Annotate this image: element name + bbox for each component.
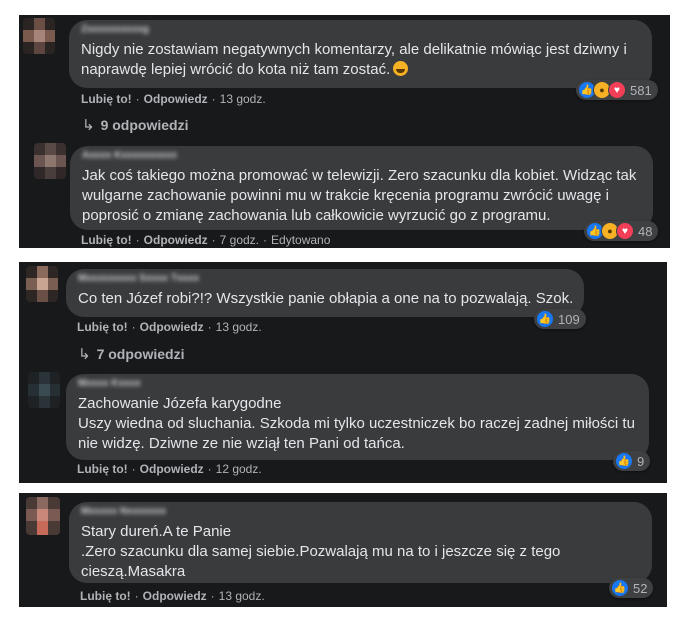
author-name[interactable]: Mxxxxx Nxxxxxxx (81, 507, 640, 517)
reply-link[interactable]: Odpowiedz (144, 233, 208, 247)
reactions-summary[interactable]: 👍 ● ♥ 581 (576, 80, 658, 100)
reply-arrow-icon: ↳ (78, 346, 91, 363)
love-reaction-icon: ♥ (608, 81, 626, 99)
comment-actions: Lubię to! · Odpowiedz · 13 godz. (77, 320, 262, 334)
reply-arrow-icon: ↳ (82, 117, 95, 134)
reactions-summary[interactable]: 👍 52 (609, 578, 654, 598)
comment-text-line: Co ten Józef robi?!? Wszystkie panie obł… (78, 290, 574, 307)
comment-text-line: Zachowanie Józefa karygodne (78, 395, 282, 412)
comment-time[interactable]: 13 godz. (219, 589, 265, 603)
comment-time[interactable]: 12 godz. (216, 462, 262, 476)
comment-time[interactable]: 13 godz. (216, 320, 262, 334)
author-name[interactable]: Mxxxxxxxxx Sxxxx Txxxx (78, 274, 572, 284)
author-name[interactable]: Zxxxxxxxxxxg (81, 25, 640, 35)
comment-text-line: Jak coś takiego można promować w telewiz… (82, 167, 637, 184)
avatar[interactable] (28, 372, 60, 408)
comment-text-line: Nigdy nie zostawiam negatywnych komentar… (81, 41, 627, 58)
reactions-summary[interactable]: 👍 9 (613, 451, 651, 471)
reactions-count: 581 (630, 82, 652, 98)
comment-actions: Lubię to! · Odpowiedz · 12 godz. (77, 462, 262, 476)
comment-text-line: naprawdę lepiej wrócić do kota niż tam z… (81, 60, 640, 80)
comment-text-line: nie widzę. Dziwne ze nie wziął ten Pani … (78, 435, 405, 452)
comment-text-line: wulgarne zachowanie powinni mu w trakcie… (82, 187, 609, 204)
comment-text-line: Stary dureń.A te Panie (81, 523, 232, 540)
comment-time[interactable]: 13 godz. (220, 92, 266, 106)
avatar[interactable] (26, 266, 58, 302)
like-reaction-icon: 👍 (536, 310, 554, 328)
reactions-summary[interactable]: 👍 109 (534, 309, 586, 329)
love-reaction-icon: ♥ (616, 222, 634, 240)
like-link[interactable]: Lubię to! (77, 462, 128, 476)
comment-bubble: Mxxxx Kxxxx Zachowanie Józefa karygodne … (66, 374, 649, 460)
reply-link[interactable]: Odpowiedz (140, 462, 204, 476)
edited-label[interactable]: Edytowano (271, 233, 330, 247)
avatar[interactable] (34, 143, 66, 179)
comment-bubble: Axxxx Kxxxxxxxxxx Jak coś takiego można … (70, 146, 653, 230)
comment-text-line: poprosić o zmianę zachowania lub całkowi… (82, 207, 551, 224)
avatar[interactable] (23, 18, 55, 54)
comment-bubble: Mxxxxxxxxx Sxxxx Txxxx Co ten Józef robi… (66, 269, 584, 317)
reactions-count: 52 (633, 580, 648, 596)
grinning-emoji-icon (393, 61, 409, 76)
reply-link[interactable]: Odpowiedz (140, 320, 204, 334)
comment-text-line: Uszy wiedna od sluchania. Szkoda mi tylk… (78, 415, 635, 432)
reactions-count: 9 (637, 453, 645, 469)
view-replies-link[interactable]: ↳ 7 odpowiedzi (78, 345, 184, 363)
comment-actions: Lubię to! · Odpowiedz · 13 godz. (81, 92, 266, 106)
reactions-count: 48 (638, 223, 653, 239)
like-link[interactable]: Lubię to! (80, 589, 131, 603)
view-replies-link[interactable]: ↳ 9 odpowiedzi (82, 116, 188, 134)
comment-bubble: Mxxxxx Nxxxxxxx Stary dureń.A te Panie .… (69, 502, 652, 583)
like-reaction-icon: 👍 (611, 579, 629, 597)
like-link[interactable]: Lubię to! (81, 92, 132, 106)
reactions-count: 109 (558, 311, 580, 327)
author-name[interactable]: Axxxx Kxxxxxxxxxx (82, 151, 641, 161)
comment-text-line: .Zero szacunku dla samej siebie.Pozwalaj… (81, 543, 561, 560)
comment-actions: Lubię to! · Odpowiedz · 13 godz. (80, 589, 265, 603)
author-name[interactable]: Mxxxx Kxxxx (78, 379, 637, 389)
avatar[interactable] (26, 497, 60, 535)
comment-text-line: cieszą.Masakra (81, 563, 186, 580)
like-link[interactable]: Lubię to! (81, 233, 132, 247)
comment-bubble: Zxxxxxxxxxxg Nigdy nie zostawiam negatyw… (69, 20, 652, 88)
like-reaction-icon: 👍 (615, 452, 633, 470)
reply-link[interactable]: Odpowiedz (144, 92, 208, 106)
reactions-summary[interactable]: 👍 ● ♥ 48 (584, 221, 659, 241)
comment-time[interactable]: 7 godz. (220, 233, 259, 247)
like-link[interactable]: Lubię to! (77, 320, 128, 334)
comment-actions: Lubię to! · Odpowiedz · 7 godz. · Edytowano (81, 233, 331, 247)
reply-link[interactable]: Odpowiedz (143, 589, 207, 603)
